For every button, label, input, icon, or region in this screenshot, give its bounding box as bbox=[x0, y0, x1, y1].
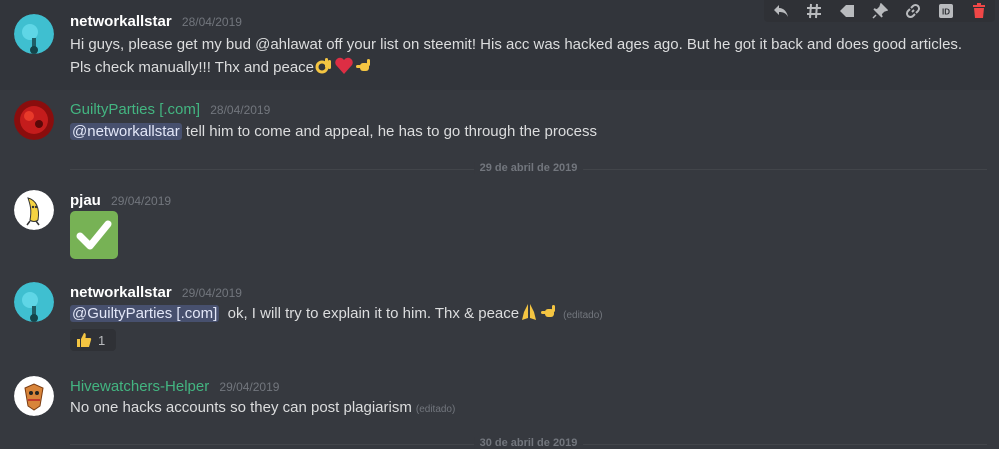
check-mark-emoji-icon bbox=[70, 211, 118, 259]
reaction-thumbs-up[interactable]: 1 bbox=[70, 329, 116, 351]
author-name[interactable]: networkallstar bbox=[70, 284, 172, 301]
user-mention[interactable]: @networkallstar bbox=[70, 123, 182, 140]
reply-icon[interactable] bbox=[771, 2, 791, 20]
edited-label: (editado) bbox=[563, 310, 603, 321]
message-5[interactable]: Hivewatchers-Helper 29/04/2019 No one ha… bbox=[0, 364, 999, 430]
message-text: No one hacks accounts so they can post p… bbox=[70, 397, 455, 421]
message-text: @GuiltyParties [.com] ok, I will try to … bbox=[70, 302, 603, 327]
message-toolbar: ID bbox=[764, 0, 995, 22]
avatar-hivewatchers-helper[interactable] bbox=[14, 376, 54, 416]
timestamp: 28/04/2019 bbox=[210, 103, 271, 117]
timestamp: 29/04/2019 bbox=[181, 286, 242, 300]
author-name[interactable]: GuiltyParties [.com] bbox=[70, 101, 200, 118]
message-text: Hi guys, please get my bud @ahlawat off … bbox=[70, 34, 962, 79]
call-me-hand-emoji-icon bbox=[541, 305, 556, 317]
reaction-count: 1 bbox=[98, 332, 106, 348]
folded-hands-emoji-icon bbox=[522, 304, 537, 320]
message-3[interactable]: pjau 29/04/2019 bbox=[0, 182, 999, 266]
red-heart-emoji-icon bbox=[335, 57, 353, 74]
message-line-2: Pls check manually!!! Thx and peace bbox=[70, 56, 962, 79]
avatar-guiltyparties[interactable] bbox=[14, 100, 54, 140]
call-me-hand-emoji-icon bbox=[356, 59, 371, 71]
avatar-networkallstar[interactable] bbox=[14, 14, 54, 54]
message-body: ok, I will try to explain it to him. Thx… bbox=[219, 305, 520, 322]
id-icon[interactable]: ID bbox=[936, 2, 956, 20]
message-line-2-text: Pls check manually!!! Thx and peace bbox=[70, 59, 315, 76]
link-icon[interactable] bbox=[903, 2, 923, 20]
svg-text:ID: ID bbox=[942, 8, 950, 17]
delete-icon[interactable] bbox=[969, 2, 989, 20]
tag-icon[interactable] bbox=[837, 2, 857, 20]
author-name[interactable]: Hivewatchers-Helper bbox=[70, 378, 209, 395]
user-mention[interactable]: @GuiltyParties [.com] bbox=[70, 305, 220, 322]
thumbs-up-icon bbox=[77, 333, 92, 347]
message-body: tell him to come and appeal, he has to g… bbox=[181, 123, 598, 140]
author-name[interactable]: networkallstar bbox=[70, 13, 172, 30]
timestamp: 29/04/2019 bbox=[219, 380, 280, 394]
message-4[interactable]: networkallstar 29/04/2019 @GuiltyParties… bbox=[0, 272, 999, 356]
message-line-1: Hi guys, please get my bud @ahlawat off … bbox=[70, 36, 963, 53]
avatar-pjau[interactable] bbox=[14, 190, 54, 230]
pin-icon[interactable] bbox=[870, 2, 890, 20]
message-body: No one hacks accounts so they can post p… bbox=[70, 399, 412, 416]
avatar-networkallstar[interactable] bbox=[14, 282, 54, 322]
timestamp: 29/04/2019 bbox=[111, 194, 172, 208]
timestamp: 28/04/2019 bbox=[181, 15, 242, 29]
date-divider-label: 29 de abril de 2019 bbox=[473, 162, 584, 174]
edited-label: (editado) bbox=[415, 404, 456, 415]
date-divider: 30 de abril de 2019 bbox=[70, 437, 987, 449]
ok-hand-emoji-icon bbox=[315, 58, 332, 74]
author-name[interactable]: pjau bbox=[70, 192, 101, 209]
date-divider: 29 de abril de 2019 bbox=[70, 162, 987, 174]
message-text: @networkallstar tell him to come and app… bbox=[70, 121, 597, 143]
thread-icon[interactable] bbox=[804, 2, 824, 20]
message-1[interactable]: networkallstar 28/04/2019 Hi guys, pleas… bbox=[0, 0, 999, 90]
message-2[interactable]: GuiltyParties [.com] 28/04/2019 @network… bbox=[0, 92, 999, 152]
date-divider-label: 30 de abril de 2019 bbox=[473, 437, 584, 449]
